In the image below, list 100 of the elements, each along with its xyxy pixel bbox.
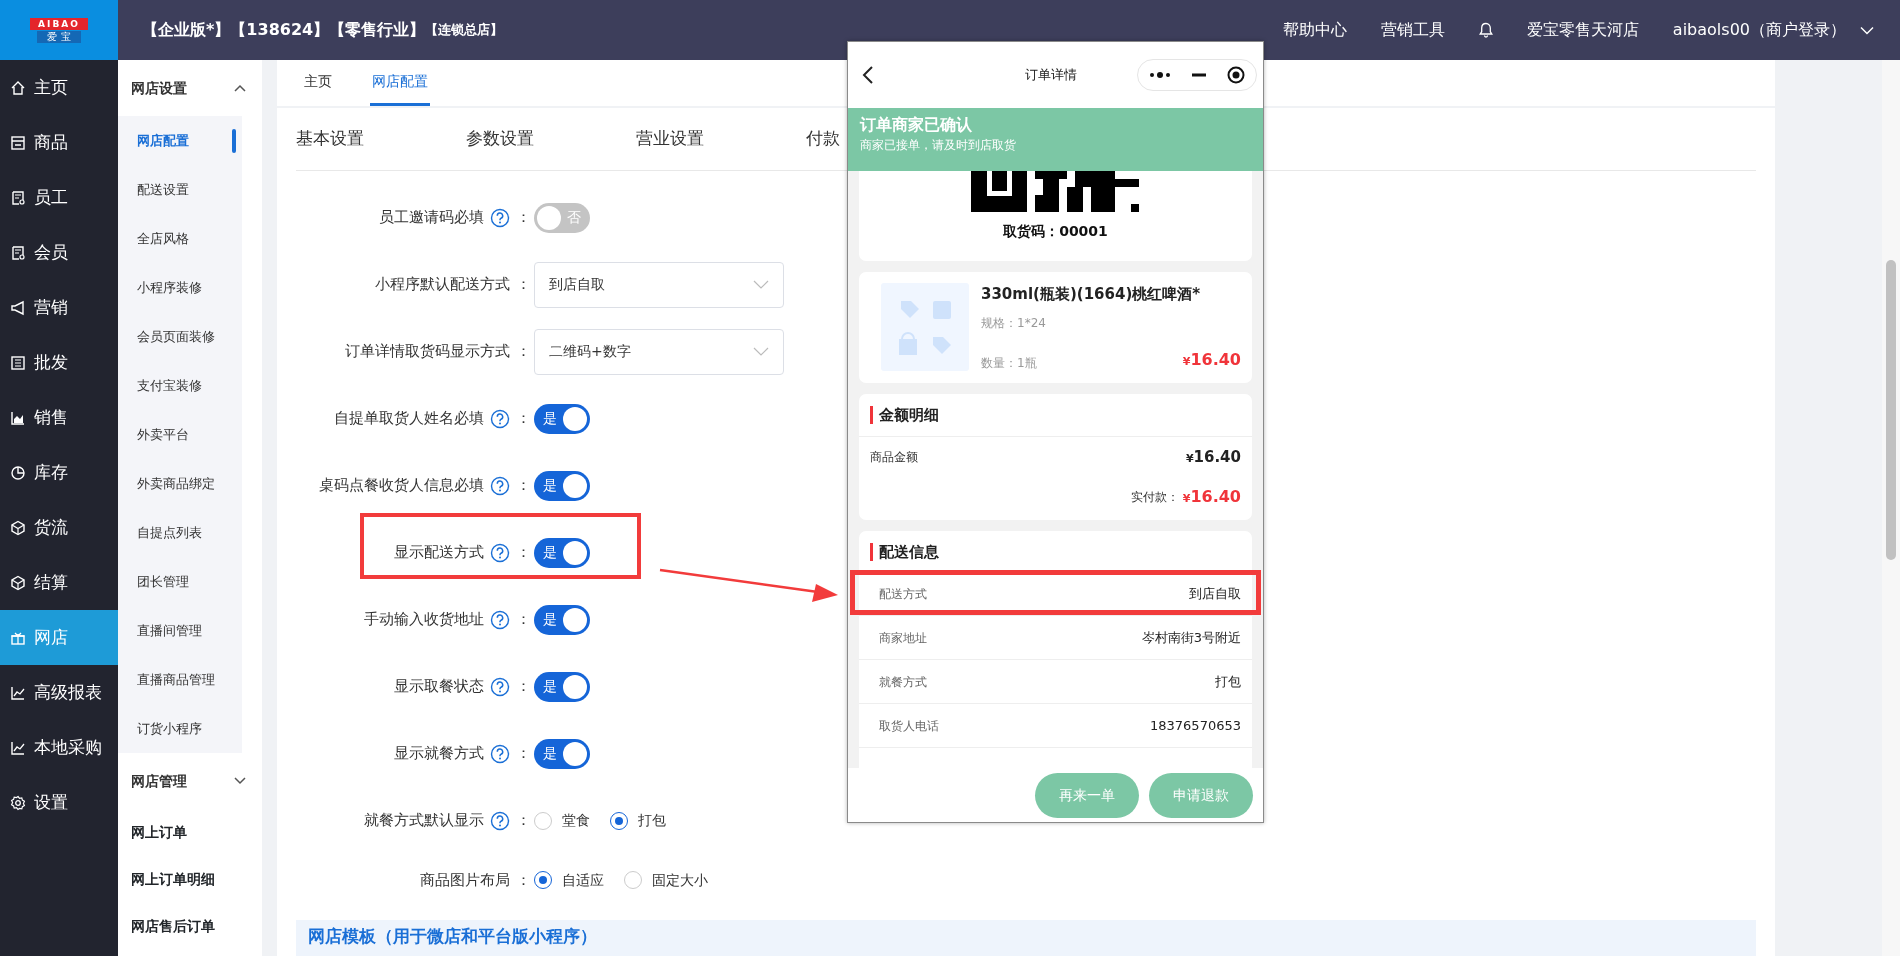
select-field[interactable]: 到店自取 (534, 261, 784, 308)
submenu-item[interactable]: 外卖平台 (118, 410, 242, 459)
submenu-item[interactable]: 会员页面装修 (118, 312, 242, 361)
list-icon (10, 354, 26, 371)
info-value: 岑村南街3号附近 (1141, 628, 1241, 647)
toggle-switch[interactable]: 是 (534, 470, 590, 501)
user-name[interactable]: aibaols00（商户登录） (1672, 18, 1846, 42)
header-link[interactable]: 帮助中心 (1282, 18, 1347, 42)
badge-icon (10, 189, 26, 206)
radio-label: 打包 (638, 811, 666, 830)
more-icon[interactable] (1148, 71, 1171, 79)
help-icon[interactable] (490, 408, 510, 429)
submenu-item[interactable]: 直播商品管理 (118, 655, 242, 704)
settings-tab[interactable]: 参数设置 (466, 126, 636, 152)
select-value: 到店自取 (549, 275, 605, 294)
settings-tab[interactable]: 基本设置 (296, 126, 466, 152)
product-quantity: 数量：1瓶 (981, 355, 1037, 372)
product-spec: 规格：1*24 (981, 314, 1047, 332)
help-icon[interactable] (490, 475, 510, 496)
box-icon (10, 134, 26, 151)
colon: ： (516, 810, 532, 832)
submenu-item[interactable]: 全店风格 (118, 214, 242, 263)
paid-value: ¥16.40 (1182, 486, 1241, 508)
scrollbar-thumb[interactable] (1886, 260, 1896, 560)
paid-label: 实付款： (1130, 489, 1179, 506)
submenu-group-label: 网店管理 (131, 771, 187, 791)
help-icon[interactable] (490, 676, 510, 697)
submenu-item[interactable]: 团长管理 (118, 557, 242, 606)
help-icon[interactable] (490, 810, 510, 831)
sidebar-item[interactable]: 设置 (0, 775, 118, 830)
amount-label: 商品金额 (870, 449, 918, 466)
info-label: 商家地址 (879, 629, 927, 647)
sidebar-item[interactable]: 库存 (0, 445, 118, 500)
toggle-switch[interactable]: 是 (534, 604, 590, 635)
colon: ： (516, 475, 532, 497)
page-tab[interactable]: 主页 (302, 60, 334, 106)
help-icon[interactable] (490, 743, 510, 764)
back-icon[interactable] (862, 66, 874, 84)
sidebar-item[interactable]: 商品 (0, 115, 118, 170)
pickup-code: 取货码：00001 (1003, 222, 1108, 241)
sidebar-item[interactable]: 本地采购 (0, 720, 118, 775)
info-label: 配送方式 (879, 585, 927, 603)
info-label: 就餐方式 (879, 673, 927, 691)
submenu-item[interactable]: 支付宝装修 (118, 361, 242, 410)
submenu-item[interactable]: 订货小程序 (118, 704, 242, 753)
toggle-switch[interactable]: 是 (534, 537, 590, 568)
submenu-item[interactable]: 小程序装修 (118, 263, 242, 312)
colon: ： (516, 869, 532, 891)
submenu-item[interactable]: 自提点列表 (118, 508, 242, 557)
submenu-link[interactable]: 网店售后订单 (118, 903, 262, 950)
toggle-switch[interactable]: 是 (534, 403, 590, 434)
product-name: 330ml(瓶装)(1664)桃红啤酒* (981, 284, 1202, 305)
header-link[interactable]: 营销工具 (1380, 18, 1445, 42)
field-label: 自提单取货人姓名必填 (334, 408, 484, 430)
radio-label: 自适应 (562, 870, 604, 890)
line-chart-icon (10, 684, 26, 701)
help-icon[interactable] (490, 207, 510, 228)
sidebar-item[interactable]: 货流 (0, 500, 118, 555)
status-subtitle: 商家已接单，请及时到店取货 (860, 137, 1017, 154)
submenu-group[interactable]: 网店设置 (118, 60, 262, 116)
close-target-icon[interactable] (1227, 66, 1246, 84)
minimize-icon[interactable] (1192, 73, 1206, 77)
settings-tab[interactable]: 营业设置 (636, 126, 806, 152)
sidebar-item[interactable]: 会员 (0, 225, 118, 280)
logo-subtext: 爱 宝 (37, 30, 81, 43)
bell-icon[interactable] (1478, 22, 1493, 38)
submenu-item[interactable]: 网店配置 (118, 116, 242, 165)
sidebar-item[interactable]: 高级报表 (0, 665, 118, 720)
megaphone-icon (10, 299, 26, 316)
colon: ： (516, 207, 532, 229)
submenu-item[interactable]: 配送设置 (118, 165, 242, 214)
colon: ： (516, 408, 532, 430)
select-field[interactable]: 二维码+数字 (534, 328, 784, 375)
settings-tab[interactable]: 付款 (806, 126, 840, 152)
submenu-group[interactable]: 网店管理 (118, 753, 262, 809)
toggle-switch[interactable]: 是 (534, 738, 590, 769)
store-name[interactable]: 爱宝零售天河店 (1526, 18, 1639, 42)
sidebar-item[interactable]: 员工 (0, 170, 118, 225)
submenu-item[interactable]: 外卖商品绑定 (118, 459, 242, 508)
submenu-item[interactable]: 直播间管理 (118, 606, 242, 655)
chevron-down-icon[interactable] (1860, 25, 1874, 35)
colon: ： (516, 743, 532, 765)
sidebar-item[interactable]: 营销 (0, 280, 118, 335)
sidebar-item[interactable]: 批发 (0, 335, 118, 390)
page-title: 订单详情 (1024, 66, 1077, 85)
field-label: 商品图片布局 (420, 869, 510, 891)
field-label: 显示就餐方式 (394, 743, 484, 765)
toggle-switch[interactable]: 是 (534, 671, 590, 702)
sidebar-item[interactable]: 结算 (0, 555, 118, 610)
submenu-link[interactable]: 网上订单明细 (118, 856, 262, 903)
field-label: 桌码点餐收货人信息必填 (319, 475, 484, 497)
submenu-link[interactable]: 网上订单 (118, 809, 262, 856)
chevron-down-icon (753, 280, 769, 289)
account-title: 【连锁总店】 (425, 21, 504, 40)
help-icon[interactable] (490, 609, 510, 630)
radio-label: 固定大小 (652, 870, 708, 890)
sidebar-item[interactable]: 主页 (0, 60, 118, 115)
sidebar-item[interactable]: 销售 (0, 390, 118, 445)
help-icon[interactable] (490, 542, 510, 563)
radio-label: 堂食 (562, 811, 590, 830)
